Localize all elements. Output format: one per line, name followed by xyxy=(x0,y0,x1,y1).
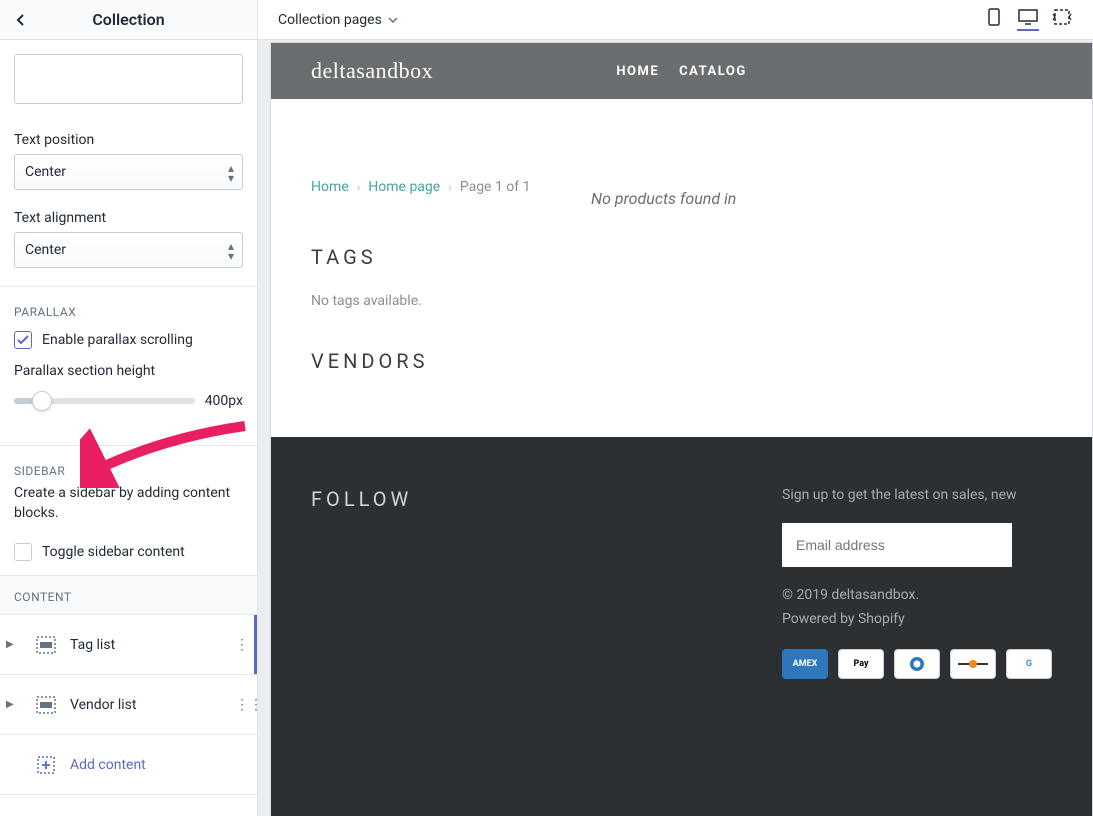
select-chevron-icon: ▴▾ xyxy=(228,163,234,183)
sidebar-section-description: Create a sidebar by adding content block… xyxy=(0,484,257,537)
payment-icons: AMEX Pay G xyxy=(782,649,1052,679)
content-block-label: Tag list xyxy=(70,637,225,653)
drag-handle-icon[interactable]: ⋮⋮ xyxy=(235,697,247,713)
preview-topbar: Collection pages xyxy=(258,0,1093,40)
drag-handle-icon[interactable]: ⋮⋮ xyxy=(235,637,247,653)
content-section-title: CONTENT xyxy=(0,575,257,614)
toggle-sidebar-checkbox[interactable] xyxy=(14,543,32,561)
amex-icon: AMEX xyxy=(782,649,828,679)
content-block-vendor-list[interactable]: ▶ Vendor list ⋮⋮ xyxy=(0,675,257,735)
parallax-height-slider[interactable] xyxy=(14,398,195,404)
store-nav: HOME CATALOG xyxy=(616,64,746,79)
store-header: deltasandbox HOME CATALOG xyxy=(271,43,1092,99)
sidebar-scroll[interactable]: Text position Center ▴▾ Text alignment C… xyxy=(0,40,257,816)
breadcrumb: Home › Home page › Page 1 of 1 xyxy=(311,179,531,195)
google-pay-icon: G xyxy=(1006,649,1052,679)
select-chevron-icon: ▴▾ xyxy=(228,241,234,261)
parallax-height-value: 400px xyxy=(205,393,243,409)
sidebar-title: Collection xyxy=(0,10,257,29)
back-button[interactable] xyxy=(4,0,36,40)
desktop-preview-icon[interactable] xyxy=(1017,9,1039,31)
text-position-label: Text position xyxy=(14,132,243,148)
breadcrumb-page: Page 1 of 1 xyxy=(460,179,531,195)
no-tags-text: No tags available. xyxy=(311,293,531,309)
tags-heading: TAGS xyxy=(311,245,531,269)
enable-parallax-checkbox[interactable] xyxy=(14,331,32,349)
mobile-preview-icon[interactable] xyxy=(983,9,1005,31)
store-preview: deltasandbox HOME CATALOG Home › Home pa… xyxy=(270,42,1093,816)
text-alignment-select[interactable]: Center ▴▾ xyxy=(14,232,243,268)
breadcrumb-home-page[interactable]: Home page xyxy=(368,179,440,195)
text-alignment-label: Text alignment xyxy=(14,210,243,226)
text-alignment-value: Center xyxy=(25,242,66,258)
text-position-select[interactable]: Center ▴▾ xyxy=(14,154,243,190)
nav-catalog[interactable]: CATALOG xyxy=(679,64,747,79)
signup-text: Sign up to get the latest on sales, new xyxy=(782,487,1052,503)
add-icon xyxy=(32,751,60,779)
slider-handle[interactable] xyxy=(32,391,52,411)
breadcrumb-home[interactable]: Home xyxy=(311,179,349,195)
expand-icon[interactable]: ▶ xyxy=(6,639,22,650)
toggle-sidebar-label: Toggle sidebar content xyxy=(42,544,185,560)
apple-pay-icon: Pay xyxy=(838,649,884,679)
expand-icon[interactable]: ▶ xyxy=(6,699,22,710)
settings-sidebar: Collection Text position Center ▴▾ Text … xyxy=(0,0,258,816)
copyright-text: © 2019 deltasandbox. xyxy=(782,587,1052,603)
section-icon xyxy=(32,631,60,659)
breadcrumb-separator-icon: › xyxy=(357,180,361,194)
powered-by-text[interactable]: Powered by Shopify xyxy=(782,611,1052,627)
vendors-heading: VENDORS xyxy=(311,349,531,373)
sidebar-header: Collection xyxy=(0,0,257,40)
store-logo[interactable]: deltasandbox xyxy=(311,58,433,84)
breadcrumb-separator-icon: › xyxy=(448,180,452,194)
content-block-tag-list[interactable]: ▶ Tag list ⋮⋮ xyxy=(0,615,257,675)
sidebar-section-title: SIDEBAR xyxy=(0,446,257,484)
parallax-section-title: PARALLAX xyxy=(0,287,257,325)
add-content-label: Add content xyxy=(70,757,225,773)
content-block-list: ▶ Tag list ⋮⋮ ▶ Vendor list ⋮⋮ ▶ xyxy=(0,614,257,795)
add-content-button[interactable]: ▶ Add content ⋮⋮ xyxy=(0,735,257,795)
chevron-down-icon xyxy=(388,17,398,23)
parallax-height-label: Parallax section height xyxy=(14,363,243,379)
enable-parallax-label: Enable parallax scrolling xyxy=(42,332,193,348)
content-block-label: Vendor list xyxy=(70,697,225,713)
email-field[interactable] xyxy=(782,523,1012,567)
page-selector-label: Collection pages xyxy=(278,12,382,28)
follow-heading: FOLLOW xyxy=(311,487,722,511)
fullscreen-preview-icon[interactable] xyxy=(1051,9,1073,31)
page-selector[interactable]: Collection pages xyxy=(278,12,398,28)
section-icon xyxy=(32,691,60,719)
store-footer: FOLLOW Sign up to get the latest on sale… xyxy=(271,437,1092,816)
diners-club-icon xyxy=(894,649,940,679)
nav-home[interactable]: HOME xyxy=(616,64,659,79)
text-position-value: Center xyxy=(25,164,66,180)
description-textarea[interactable] xyxy=(14,54,243,104)
no-products-message: No products found in xyxy=(591,189,1052,208)
discover-icon xyxy=(950,649,996,679)
main-area: Collection pages deltasandbox xyxy=(258,0,1093,816)
